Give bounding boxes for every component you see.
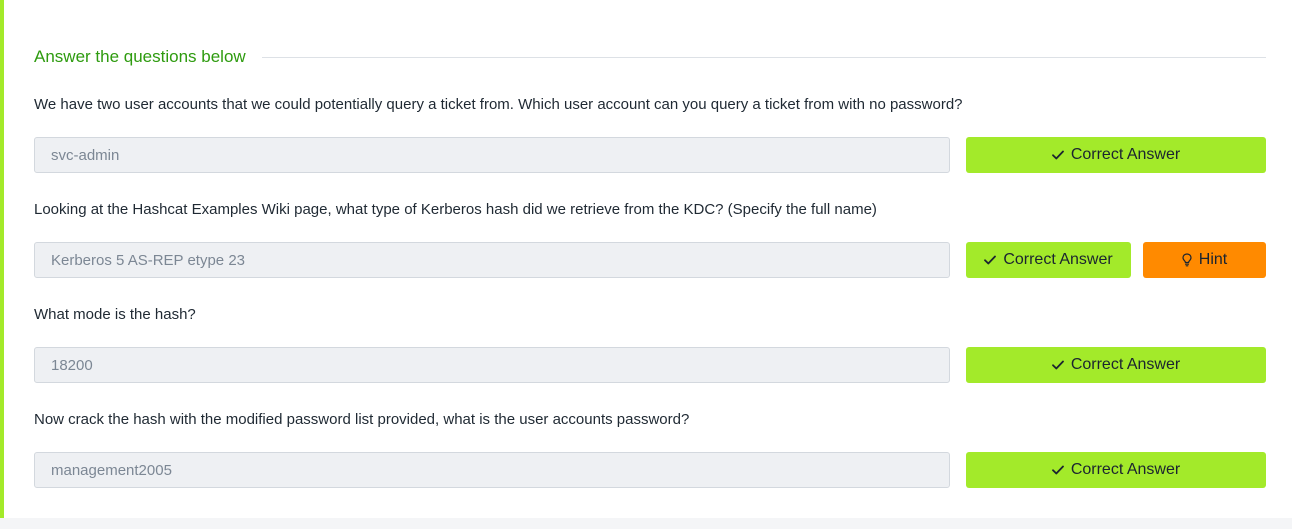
question-1-answer-row: Correct Answer bbox=[34, 137, 1266, 173]
question-1-text: We have two user accounts that we could … bbox=[34, 96, 963, 113]
check-icon bbox=[1051, 465, 1064, 475]
hint-label: Hint bbox=[1198, 251, 1228, 268]
question-4-answer-input[interactable] bbox=[34, 452, 950, 488]
question-1-correct-answer-button[interactable]: Correct Answer bbox=[966, 137, 1266, 173]
question-3-answer-row: Correct Answer bbox=[34, 347, 1266, 383]
question-3-correct-answer-button[interactable]: Correct Answer bbox=[966, 347, 1266, 383]
check-icon bbox=[1051, 360, 1064, 370]
correct-answer-label: Correct Answer bbox=[1070, 461, 1181, 478]
section-divider bbox=[261, 56, 1266, 58]
question-2-text: Looking at the Hashcat Examples Wiki pag… bbox=[34, 201, 877, 218]
question-4-correct-answer-button[interactable]: Correct Answer bbox=[966, 452, 1266, 488]
check-icon bbox=[984, 255, 997, 265]
task-panel: Answer the questions below We have two u… bbox=[0, 0, 1292, 518]
section-title: Answer the questions below bbox=[34, 47, 246, 66]
question-2-answer-row: Correct Answer Hint bbox=[34, 242, 1266, 278]
correct-answer-label: Correct Answer bbox=[1003, 251, 1113, 268]
check-icon bbox=[1051, 150, 1064, 160]
question-1-answer-input[interactable] bbox=[34, 137, 950, 173]
correct-answer-label: Correct Answer bbox=[1070, 146, 1181, 163]
question-2-correct-answer-button[interactable]: Correct Answer bbox=[966, 242, 1131, 278]
question-2-answer-input[interactable] bbox=[34, 242, 950, 278]
lightbulb-icon bbox=[1182, 253, 1192, 267]
question-3-text: What mode is the hash? bbox=[34, 306, 196, 323]
question-4-text: Now crack the hash with the modified pas… bbox=[34, 411, 690, 428]
question-2-hint-button[interactable]: Hint bbox=[1143, 242, 1266, 278]
correct-answer-label: Correct Answer bbox=[1070, 356, 1181, 373]
section-header: Answer the questions below bbox=[34, 46, 1266, 68]
question-4-answer-row: Correct Answer bbox=[34, 452, 1266, 488]
question-3-answer-input[interactable] bbox=[34, 347, 950, 383]
